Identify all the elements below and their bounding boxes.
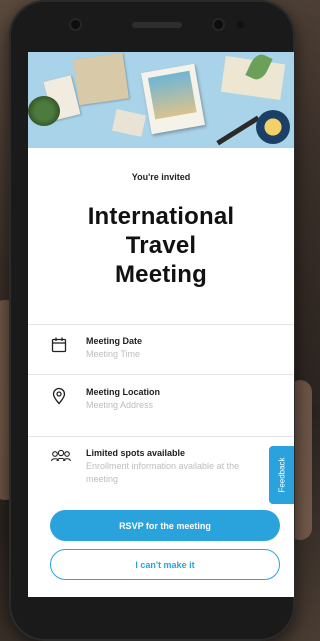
- calendar-icon: [51, 337, 67, 353]
- feedback-tab[interactable]: Feedback: [269, 446, 294, 504]
- hero-coffee-cup: [256, 110, 290, 144]
- page-title: International Travel Meeting: [28, 202, 294, 289]
- earpiece-speaker: [132, 22, 182, 28]
- enrollment-info-text: Enrollment information available at the …: [86, 461, 240, 484]
- people-group-icon: [50, 449, 72, 462]
- decline-button[interactable]: I can't make it: [50, 549, 280, 580]
- divider: [28, 324, 294, 325]
- hero-image: [28, 52, 294, 148]
- sensor-icon-secondary: [237, 21, 244, 28]
- hero-notebook: [73, 52, 129, 106]
- meeting-address-value: Meeting Address: [86, 400, 154, 410]
- title-line-1: International: [87, 203, 235, 230]
- meeting-date-label: Meeting Date: [86, 336, 143, 346]
- meeting-location-label: Meeting Location: [86, 387, 160, 397]
- meeting-time-value: Meeting Time: [86, 349, 141, 359]
- hero-pen: [216, 115, 260, 146]
- sensor-icon: [214, 20, 223, 29]
- feedback-tab-label: Feedback: [277, 457, 286, 493]
- hero-card: [112, 109, 146, 137]
- app-screen: You're invited International Travel Meet…: [28, 52, 294, 597]
- phone-frame: You're invited International Travel Meet…: [9, 0, 295, 641]
- divider: [28, 374, 294, 375]
- invitation-eyebrow: You're invited: [131, 172, 191, 182]
- front-camera-icon: [71, 20, 80, 29]
- divider: [28, 436, 294, 437]
- hero-plant: [28, 96, 60, 126]
- rsvp-button[interactable]: RSVP for the meeting: [50, 510, 280, 541]
- limited-spots-label: Limited spots available: [86, 448, 186, 458]
- hero-polaroid: [141, 63, 205, 135]
- title-line-3: Meeting: [114, 261, 208, 288]
- location-pin-icon: [52, 387, 66, 405]
- title-line-2: Travel: [125, 232, 197, 259]
